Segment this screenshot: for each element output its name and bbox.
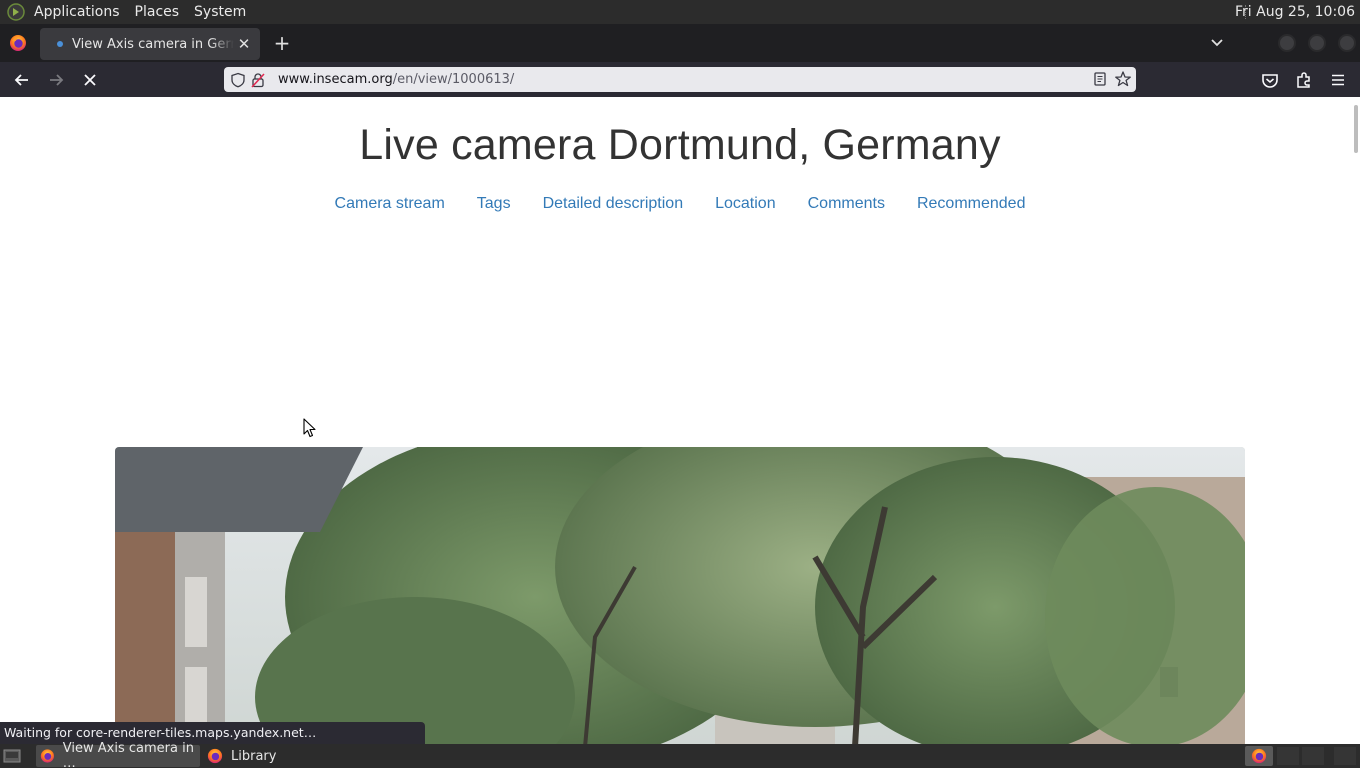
camera-scene [115, 447, 1245, 744]
url-bar[interactable]: www.insecam.org/en/view/1000613/ [224, 67, 1136, 92]
firefox-icon[interactable] [9, 34, 27, 52]
tab-active[interactable]: View Axis camera in Germany ✕ [40, 28, 260, 60]
section-nav: Camera stream Tags Detailed description … [0, 195, 1360, 213]
tray-firefox[interactable] [1245, 746, 1273, 766]
applications-menu[interactable]: Applications [33, 0, 128, 24]
firefox-icon [40, 749, 54, 763]
nav-tags[interactable]: Tags [477, 195, 511, 213]
close-window-button[interactable] [1338, 34, 1356, 52]
url-path: /en/view/1000613/ [392, 72, 515, 87]
tab-title: View Axis camera in Germany [72, 36, 234, 52]
arrow-right-icon[interactable] [45, 69, 67, 91]
pocket-icon[interactable] [1259, 69, 1281, 91]
gnome-foot-icon[interactable] [7, 3, 25, 21]
camera-stream-image[interactable] [115, 447, 1245, 744]
web-page: Live camera Dortmund, Germany Camera str… [0, 97, 1360, 744]
plus-icon[interactable]: + [272, 31, 292, 55]
stop-x-icon[interactable] [79, 69, 101, 91]
nav-location[interactable]: Location [715, 195, 776, 213]
workspace-3[interactable] [1334, 747, 1356, 765]
hamburger-icon[interactable] [1327, 69, 1349, 91]
firefox-icon [207, 748, 223, 764]
nav-recommended[interactable]: Recommended [917, 195, 1026, 213]
mouse-cursor-icon [303, 418, 316, 438]
url-host: www.insecam.org [278, 72, 393, 87]
tab-strip: View Axis camera in Germany ✕ + [0, 24, 1360, 62]
nav-toolbar: www.insecam.org/en/view/1000613/ [0, 62, 1360, 97]
close-icon[interactable]: ✕ [234, 34, 254, 54]
top-panel: Applications Places System Fri Aug 25, 1… [0, 0, 1360, 24]
nav-detailed-description[interactable]: Detailed description [543, 195, 684, 213]
nav-comments[interactable]: Comments [808, 195, 885, 213]
workspace-2[interactable] [1302, 747, 1324, 765]
task-label: Library [231, 748, 277, 764]
taskbar: View Axis camera in … Library [0, 741, 1360, 771]
tab-loading-indicator [57, 41, 63, 47]
shield-icon[interactable] [230, 72, 246, 88]
show-desktop-icon[interactable] [3, 748, 21, 764]
url-text[interactable]: www.insecam.org/en/view/1000613/ [278, 72, 514, 87]
nav-camera-stream[interactable]: Camera stream [335, 195, 445, 213]
reader-view-icon[interactable] [1092, 71, 1108, 87]
chevron-down-icon[interactable] [1207, 33, 1227, 53]
lock-insecure-icon[interactable] [250, 72, 266, 88]
page-title: Live camera Dortmund, Germany [359, 121, 1001, 169]
puzzle-icon[interactable] [1293, 69, 1315, 91]
scrollbar[interactable] [1354, 105, 1358, 153]
workspace-1[interactable] [1277, 747, 1299, 765]
task-firefox[interactable]: View Axis camera in … [36, 741, 200, 771]
minimize-button[interactable] [1278, 34, 1296, 52]
maximize-button[interactable] [1308, 34, 1326, 52]
star-icon[interactable] [1114, 70, 1132, 88]
firefox-icon [1251, 748, 1267, 764]
clock[interactable]: Fri Aug 25, 10:06 [1235, 0, 1355, 24]
system-menu[interactable]: System [193, 0, 254, 24]
task-label: View Axis camera in … [62, 741, 194, 771]
places-menu[interactable]: Places [134, 0, 188, 24]
arrow-left-icon[interactable] [11, 69, 33, 91]
task-library[interactable]: Library [203, 745, 323, 767]
